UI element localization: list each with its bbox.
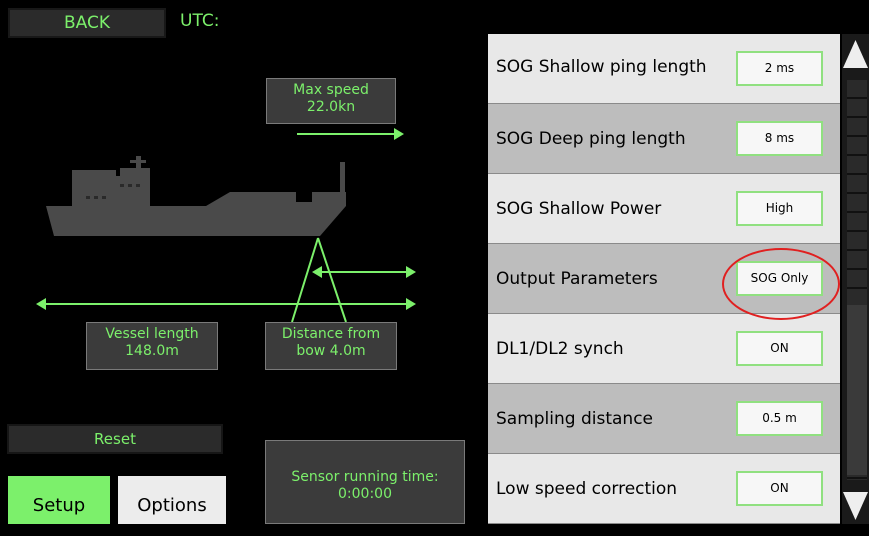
max-speed-box: Max speed 22.0kn (266, 78, 396, 124)
setting-row-dl1-dl2-synch[interactable]: DL1/DL2 synch ON (488, 314, 840, 384)
scroll-down-arrow-icon[interactable] (842, 488, 869, 524)
vessel-diagram (36, 128, 416, 323)
ship-upper-deck (120, 168, 150, 178)
highlight-circle (722, 248, 840, 320)
setting-value-field[interactable]: 8 ms (736, 121, 823, 156)
setting-label: SOG Deep ping length (496, 129, 686, 149)
setting-row-sog-shallow-ping-length[interactable]: SOG Shallow ping length 2 ms (488, 34, 840, 104)
tab-options[interactable]: Options (118, 476, 226, 524)
vessel-length-arrow (36, 298, 416, 310)
distance-value: bow 4.0m (296, 343, 366, 359)
setting-value-field[interactable]: 2 ms (736, 51, 823, 86)
vessel-length-box: Vessel length 148.0m (86, 322, 218, 370)
setting-row-sog-deep-ping-length[interactable]: SOG Deep ping length 8 ms (488, 104, 840, 174)
running-time-value: 0:00:00 (338, 486, 392, 502)
vessel-length-title: Vessel length (105, 326, 199, 342)
reset-button[interactable]: Reset (7, 424, 223, 454)
setting-value-field[interactable]: High (736, 191, 823, 226)
setting-label: SOG Shallow ping length (496, 57, 707, 77)
max-speed-value: 22.0kn (306, 99, 356, 115)
sensor-running-time-box: Sensor running time: 0:00:00 (265, 440, 465, 524)
setting-value-field[interactable]: ON (736, 471, 823, 506)
distance-from-bow-box: Distance from bow 4.0m (265, 322, 397, 370)
sensor-beams (291, 237, 347, 323)
setting-value-field[interactable]: ON (736, 331, 823, 366)
ship-silhouette (46, 156, 346, 236)
vessel-length-value: 148.0m (125, 343, 179, 359)
setting-label: Low speed correction (496, 479, 678, 499)
scroll-thumb[interactable] (847, 305, 867, 475)
max-speed-arrow (297, 128, 404, 140)
setting-label: Output Parameters (496, 269, 658, 289)
ship-deckhouse (108, 176, 150, 206)
ship-forecastle (318, 192, 344, 206)
setting-row-low-speed-correction[interactable]: Low speed correction ON (488, 454, 840, 524)
scroll-up-arrow-icon[interactable] (842, 36, 869, 72)
setting-label: SOG Shallow Power (496, 199, 662, 219)
tab-setup[interactable]: Setup (8, 476, 110, 524)
running-time-title: Sensor running time: (291, 469, 439, 485)
setting-row-sampling-distance[interactable]: Sampling distance 0.5 m (488, 384, 840, 454)
ship-mast-crossbar (130, 160, 146, 163)
distance-title: Distance from (281, 326, 381, 342)
setting-label: Sampling distance (496, 409, 654, 429)
max-speed-title: Max speed (293, 82, 369, 98)
setting-row-sog-shallow-power[interactable]: SOG Shallow Power High (488, 174, 840, 244)
ship-hull (46, 206, 346, 236)
setting-value-field[interactable]: 0.5 m (736, 401, 823, 436)
setting-label: DL1/DL2 synch (496, 339, 624, 359)
